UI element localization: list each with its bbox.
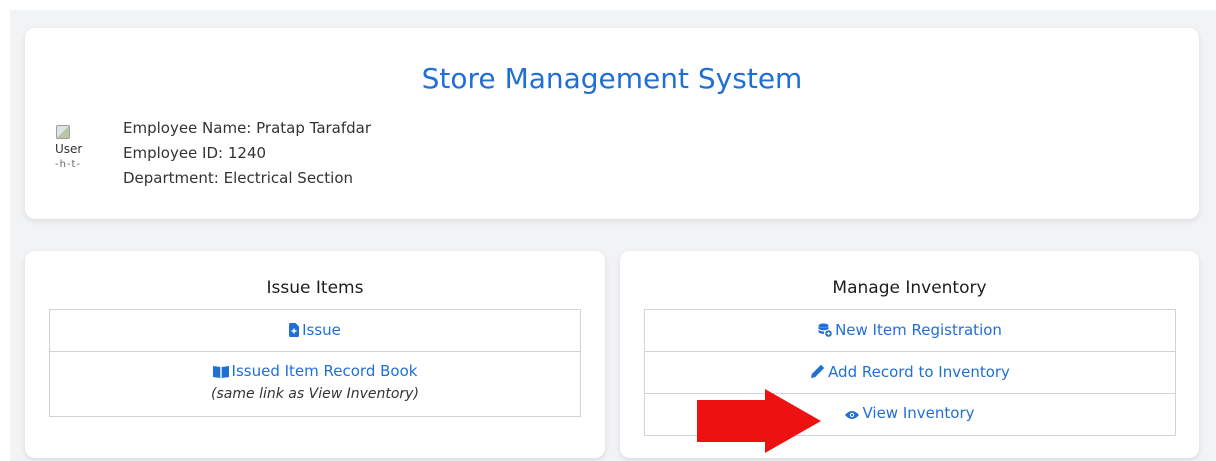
view-inventory-link[interactable]: View Inventory [862, 404, 974, 422]
avatar-alt-text: User [55, 142, 83, 156]
issued-record-book-link[interactable]: Issued Item Record Book [232, 362, 418, 380]
employee-info: Employee Name: Pratap Tarafdar Employee … [123, 116, 371, 191]
add-record-link[interactable]: Add Record to Inventory [828, 363, 1010, 381]
avatar: User -h-t- [55, 123, 97, 183]
file-plus-icon [289, 312, 300, 352]
employee-name: Employee Name: Pratap Tarafdar [123, 119, 372, 137]
add-record-row: Add Record to Inventory [645, 351, 1175, 393]
issue-row: Issue [50, 310, 580, 351]
issued-record-book-row: Issued Item Record Book (same link as Vi… [50, 351, 580, 414]
new-item-registration-row: New Item Registration [645, 310, 1175, 351]
employee-id: Employee ID: 1240 [123, 144, 267, 162]
app-title: Store Management System [421, 62, 803, 95]
manage-inventory-title: Manage Inventory [832, 278, 987, 298]
broken-image-icon [56, 125, 70, 139]
red-arrow-annotation [697, 389, 821, 453]
employee-department: Department: Electrical Section [123, 169, 354, 187]
issue-items-title: Issue Items [266, 278, 364, 298]
issued-record-book-note: (same link as View Inventory) [211, 386, 419, 402]
avatar-alt-text-cut: -h-t- [55, 159, 82, 170]
open-book-icon [212, 363, 229, 384]
new-item-registration-link[interactable]: New Item Registration [835, 321, 1002, 339]
issue-link[interactable]: Issue [302, 321, 341, 339]
issue-items-table: Issue Issued Item Record Book (same link… [49, 309, 581, 417]
eye-icon [845, 396, 860, 435]
database-add-icon [818, 312, 832, 352]
